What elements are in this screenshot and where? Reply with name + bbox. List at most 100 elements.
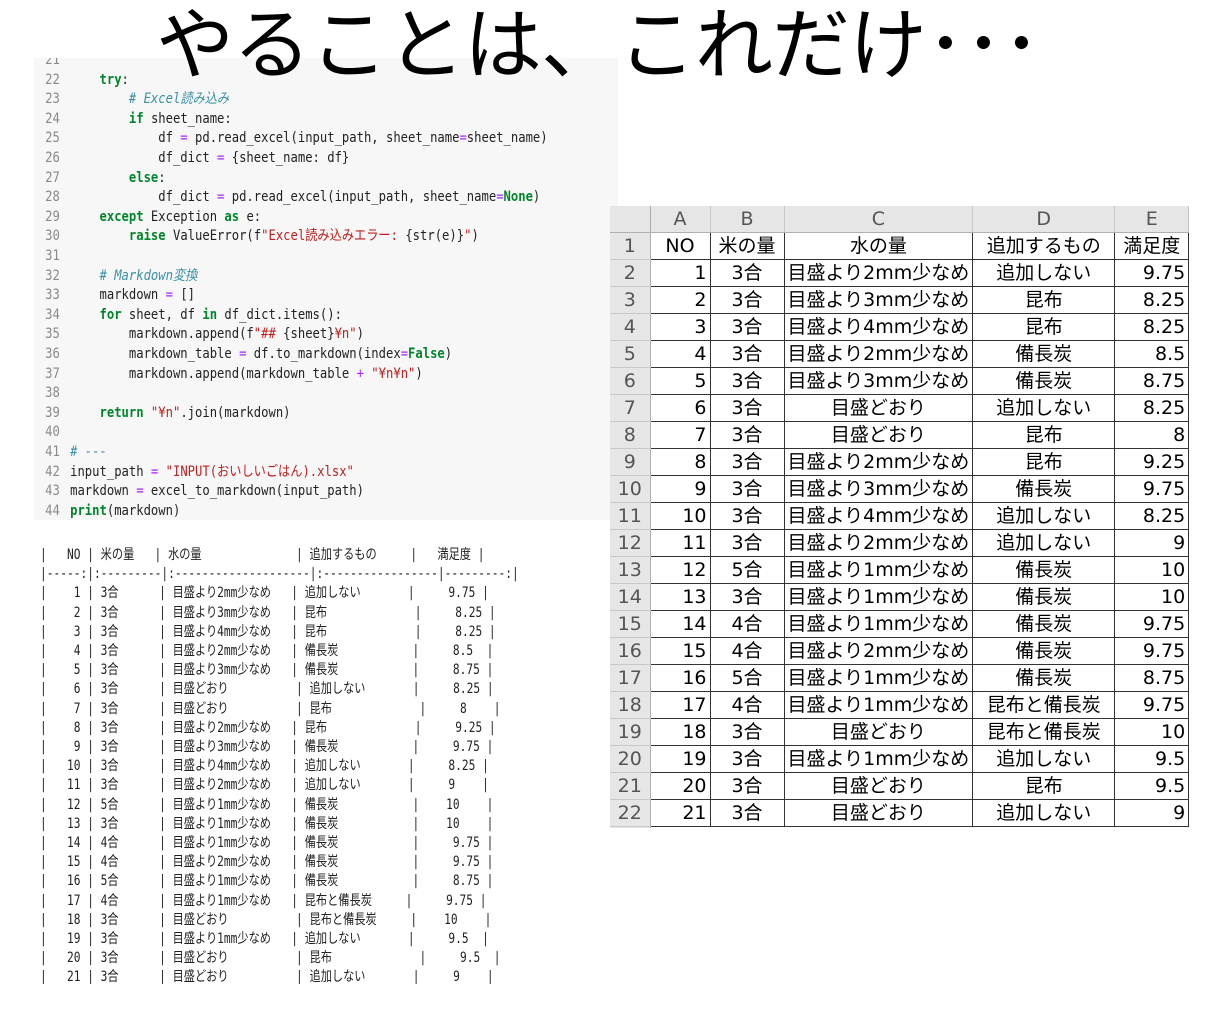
- cell-satisfaction[interactable]: 8.5: [1114, 340, 1190, 368]
- cell-additive[interactable]: 備長炭: [972, 340, 1116, 368]
- cell-satisfaction[interactable]: 9.75: [1114, 475, 1190, 503]
- cell-rice[interactable]: 3合: [709, 421, 785, 449]
- header-cell-no[interactable]: NO: [649, 232, 711, 260]
- cell-rice[interactable]: 3合: [709, 340, 785, 368]
- cell-additive[interactable]: 昆布と備長炭: [972, 718, 1116, 746]
- cell-additive[interactable]: 昆布: [972, 448, 1116, 476]
- cell-additive[interactable]: 追加しない: [972, 259, 1116, 287]
- cell-water[interactable]: 目盛より4mm少なめ: [783, 502, 974, 530]
- cell-additive[interactable]: 追加しない: [972, 799, 1116, 827]
- column-header-e[interactable]: E: [1114, 206, 1190, 233]
- cell-water[interactable]: 目盛より2mm少なめ: [783, 529, 974, 557]
- column-header-a[interactable]: A: [650, 206, 711, 233]
- cell-satisfaction[interactable]: 9.75: [1114, 637, 1190, 665]
- cell-rice[interactable]: 3合: [709, 259, 785, 287]
- cell-satisfaction[interactable]: 9.75: [1114, 259, 1190, 287]
- row-number[interactable]: 14: [610, 583, 651, 611]
- row-number[interactable]: 2: [610, 259, 651, 287]
- cell-satisfaction[interactable]: 9.5: [1114, 745, 1190, 773]
- cell-rice[interactable]: 5合: [709, 556, 785, 584]
- cell-water[interactable]: 目盛より3mm少なめ: [783, 475, 974, 503]
- cell-rice[interactable]: 4合: [709, 637, 785, 665]
- cell-water[interactable]: 目盛より1mm少なめ: [783, 691, 974, 719]
- row-number[interactable]: 4: [610, 313, 651, 341]
- empty-cell[interactable]: [650, 826, 711, 828]
- header-cell-rice[interactable]: 米の量: [709, 232, 785, 260]
- cell-additive[interactable]: 昆布と備長炭: [972, 691, 1116, 719]
- cell-rice[interactable]: 4合: [709, 610, 785, 638]
- row-number[interactable]: 7: [610, 394, 651, 422]
- header-cell-satisfaction[interactable]: 満足度: [1114, 232, 1190, 260]
- cell-additive[interactable]: 追加しない: [972, 745, 1116, 773]
- cell-water[interactable]: 目盛より4mm少なめ: [783, 313, 974, 341]
- cell-satisfaction[interactable]: 10: [1114, 556, 1190, 584]
- cell-no[interactable]: 7: [649, 421, 711, 449]
- cell-additive[interactable]: 昆布: [972, 772, 1116, 800]
- empty-cell[interactable]: [710, 826, 785, 828]
- cell-satisfaction[interactable]: 8.25: [1114, 313, 1190, 341]
- cell-satisfaction[interactable]: 9.25: [1114, 448, 1190, 476]
- cell-no[interactable]: 4: [649, 340, 711, 368]
- select-all-corner[interactable]: [610, 206, 651, 233]
- empty-cell[interactable]: [784, 826, 974, 828]
- cell-rice[interactable]: 3合: [709, 502, 785, 530]
- cell-no[interactable]: 2: [649, 286, 711, 314]
- cell-additive[interactable]: 昆布: [972, 421, 1116, 449]
- cell-rice[interactable]: 3合: [709, 475, 785, 503]
- cell-additive[interactable]: 備長炭: [972, 367, 1116, 395]
- cell-no[interactable]: 14: [649, 610, 711, 638]
- cell-rice[interactable]: 3合: [709, 313, 785, 341]
- cell-water[interactable]: 目盛より2mm少なめ: [783, 340, 974, 368]
- cell-water[interactable]: 目盛より1mm少なめ: [783, 610, 974, 638]
- cell-no[interactable]: 1: [649, 259, 711, 287]
- cell-no[interactable]: 5: [649, 367, 711, 395]
- cell-no[interactable]: 11: [649, 529, 711, 557]
- cell-water[interactable]: 目盛より3mm少なめ: [783, 286, 974, 314]
- row-number[interactable]: 9: [610, 448, 651, 476]
- cell-water[interactable]: 目盛どおり: [783, 799, 974, 827]
- cell-no[interactable]: 6: [649, 394, 711, 422]
- cell-rice[interactable]: 3合: [709, 799, 785, 827]
- cell-no[interactable]: 9: [649, 475, 711, 503]
- spreadsheet[interactable]: A B C D E 1 NO 米の量 水の量 追加するもの 満足度 2 1 3合 目盛…: [610, 206, 1196, 828]
- cell-no[interactable]: 18: [649, 718, 711, 746]
- cell-additive[interactable]: 昆布: [972, 313, 1116, 341]
- row-number[interactable]: 8: [610, 421, 651, 449]
- cell-no[interactable]: 17: [649, 691, 711, 719]
- cell-additive[interactable]: 備長炭: [972, 475, 1116, 503]
- cell-water[interactable]: 目盛より2mm少なめ: [783, 637, 974, 665]
- cell-rice[interactable]: 3合: [709, 394, 785, 422]
- cell-water[interactable]: 目盛より1mm少なめ: [783, 583, 974, 611]
- cell-water[interactable]: 目盛より2mm少なめ: [783, 448, 974, 476]
- cell-additive[interactable]: 備長炭: [972, 583, 1116, 611]
- cell-water[interactable]: 目盛どおり: [783, 421, 974, 449]
- row-number[interactable]: 22: [610, 799, 651, 827]
- code-editor[interactable]: 21 22 try: 23 # Excel読み込み 24 if sheet_name:…: [34, 58, 618, 520]
- row-number[interactable]: 21: [610, 772, 651, 800]
- cell-satisfaction[interactable]: 8.25: [1114, 286, 1190, 314]
- row-number[interactable]: 17: [610, 664, 651, 692]
- cell-water[interactable]: 目盛より3mm少なめ: [783, 367, 974, 395]
- cell-additive[interactable]: 昆布: [972, 286, 1116, 314]
- row-number[interactable]: 5: [610, 340, 651, 368]
- row-number[interactable]: 11: [610, 502, 651, 530]
- cell-satisfaction[interactable]: 9.75: [1114, 610, 1190, 638]
- cell-no[interactable]: 13: [649, 583, 711, 611]
- row-number[interactable]: 20: [610, 745, 651, 773]
- cell-no[interactable]: 3: [649, 313, 711, 341]
- column-header-b[interactable]: B: [710, 206, 785, 233]
- row-number[interactable]: 10: [610, 475, 651, 503]
- cell-rice[interactable]: 3合: [709, 367, 785, 395]
- cell-no[interactable]: 19: [649, 745, 711, 773]
- cell-no[interactable]: 8: [649, 448, 711, 476]
- cell-satisfaction[interactable]: 9: [1114, 529, 1190, 557]
- cell-no[interactable]: 20: [649, 772, 711, 800]
- cell-additive[interactable]: 追加しない: [972, 529, 1116, 557]
- row-number[interactable]: 19: [610, 718, 651, 746]
- cell-water[interactable]: 目盛より1mm少なめ: [783, 556, 974, 584]
- cell-satisfaction[interactable]: 10: [1114, 583, 1190, 611]
- cell-satisfaction[interactable]: 8: [1114, 421, 1190, 449]
- cell-no[interactable]: 10: [649, 502, 711, 530]
- column-header-d[interactable]: D: [972, 206, 1116, 233]
- row-number[interactable]: 6: [610, 367, 651, 395]
